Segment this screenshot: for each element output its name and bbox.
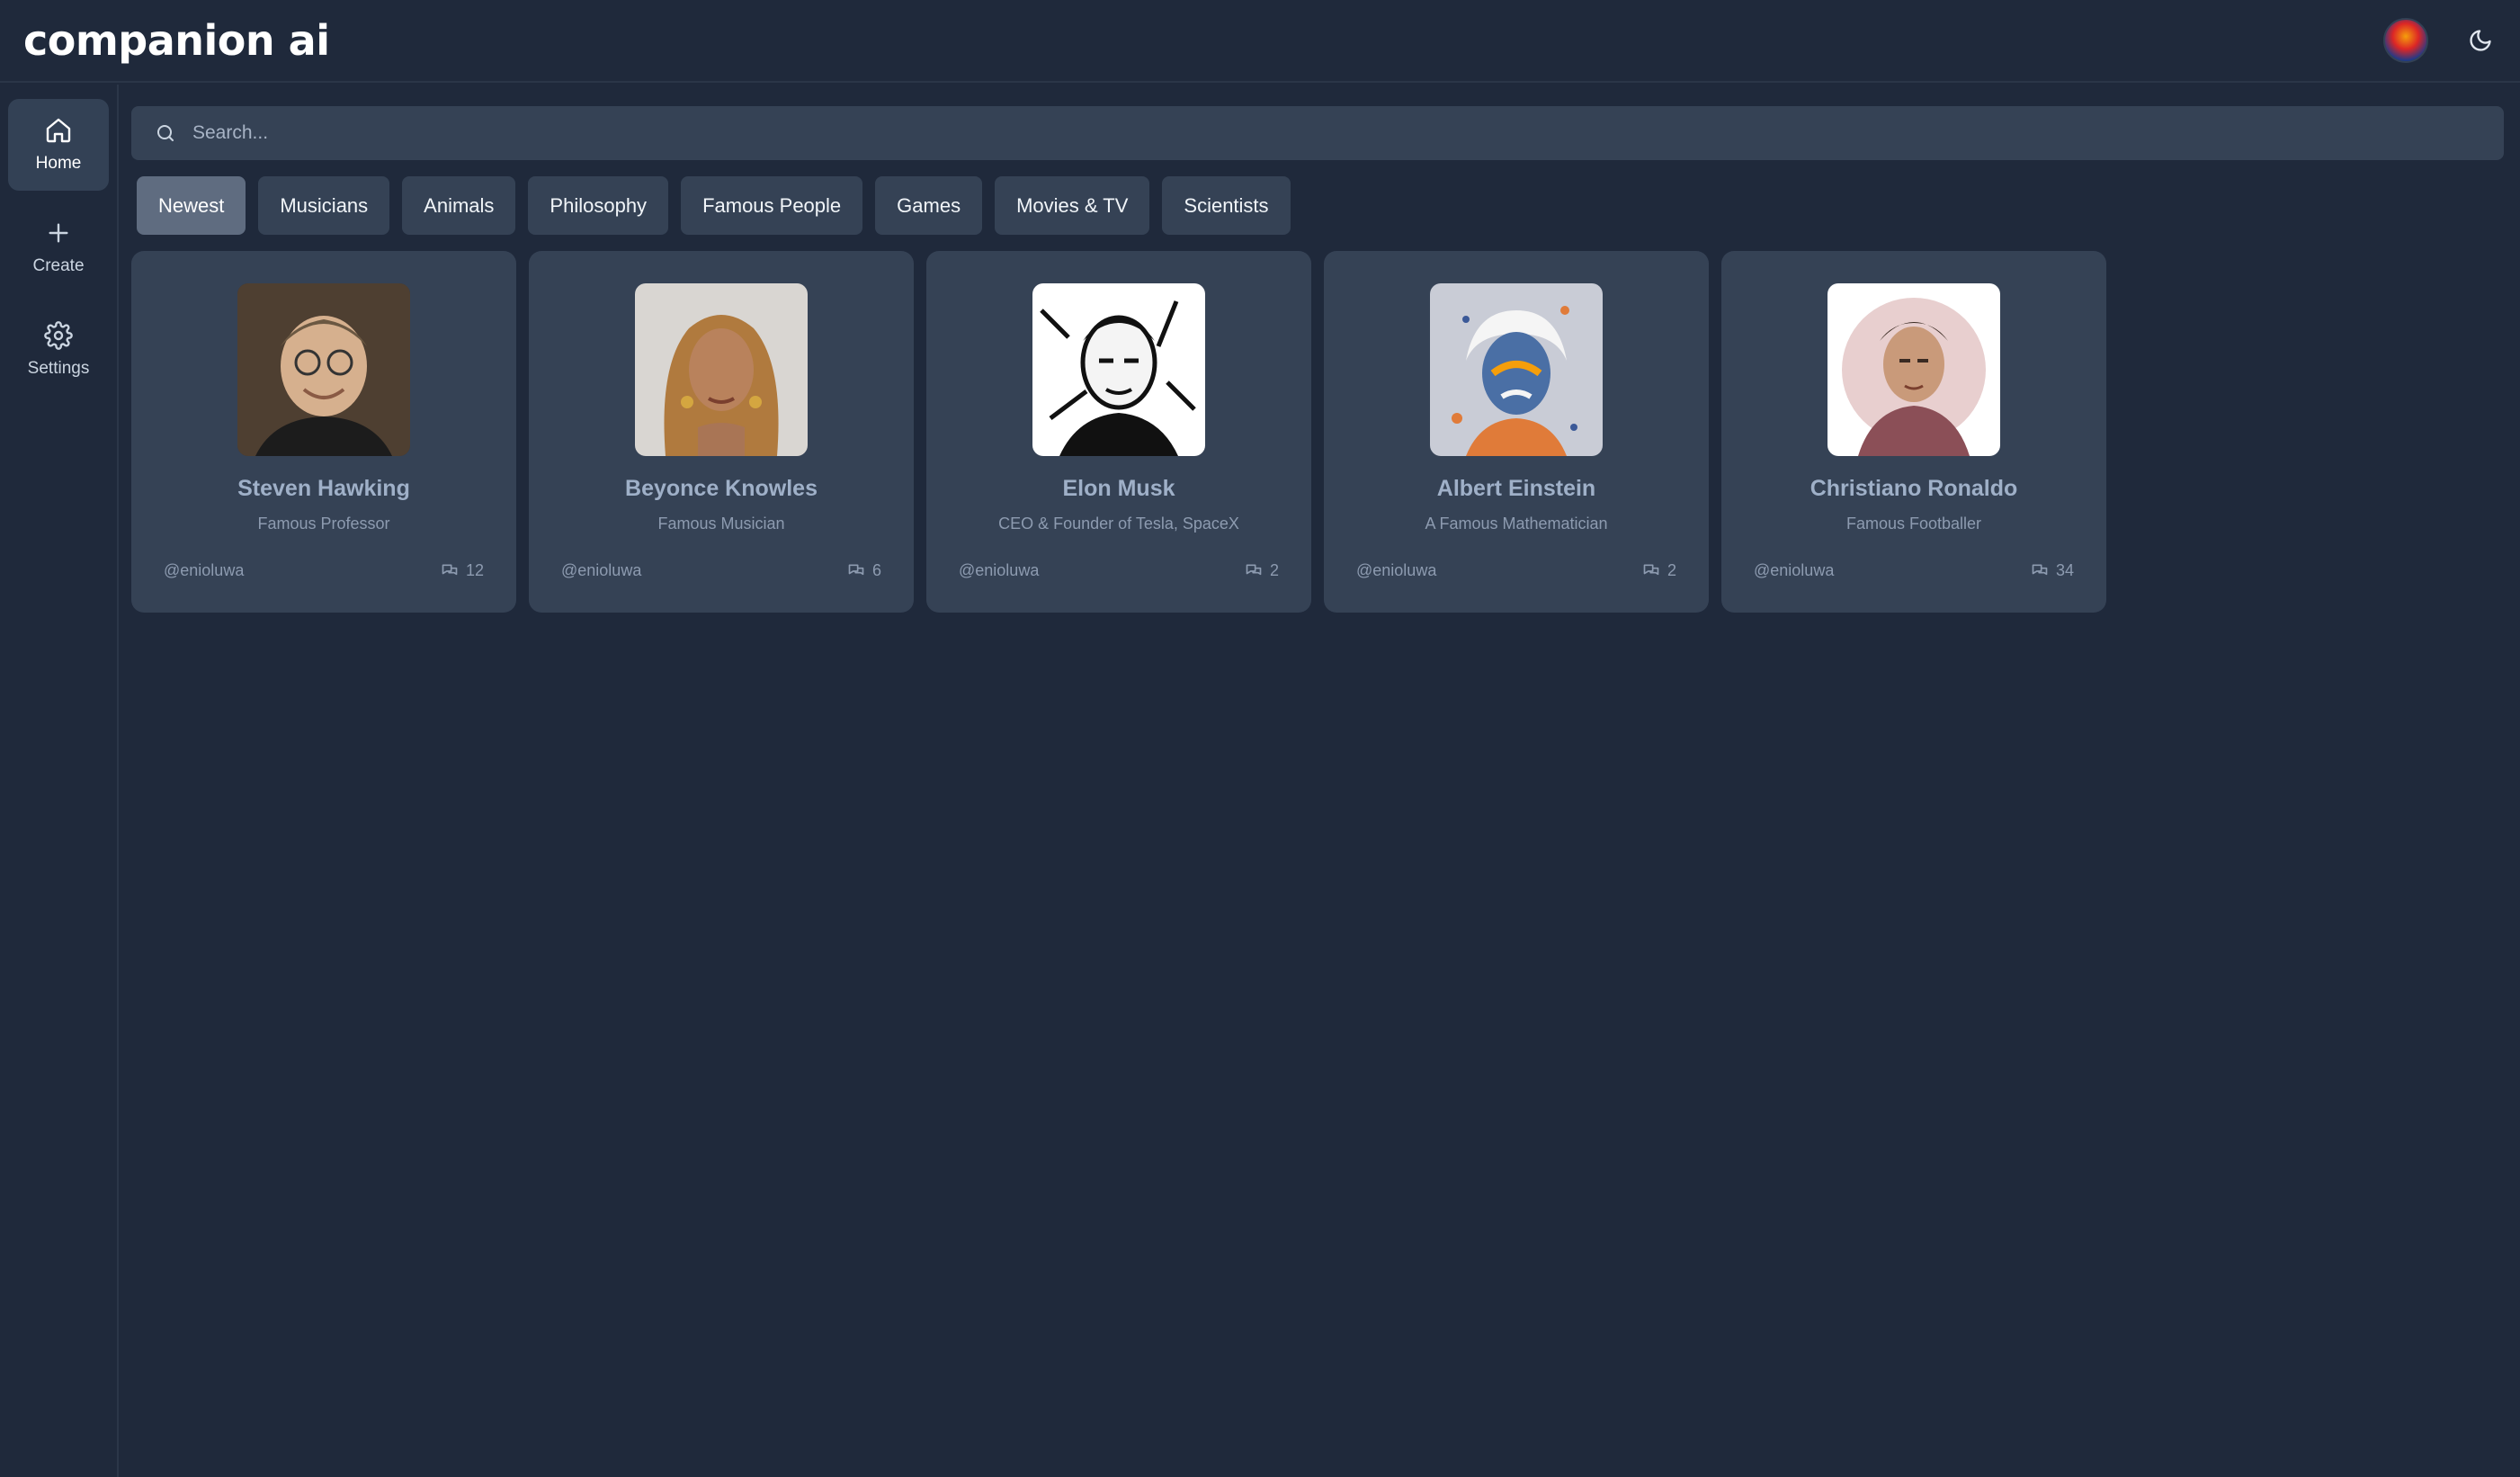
search-bar[interactable] [131,106,2504,160]
search-input[interactable] [192,122,2480,144]
message-count-value: 34 [2055,561,2074,579]
companion-description: A Famous Mathematician [1425,515,1608,533]
category-chip-famous-people[interactable]: Famous People [681,176,863,235]
brand-logo[interactable]: companion ai [23,16,330,65]
messages-icon [2032,564,2048,575]
card-footer: @enioluwa 2 [1356,561,1676,580]
companion-name: Elon Musk [1062,476,1175,501]
companion-portrait [1430,283,1603,456]
card-footer: @enioluwa 6 [561,561,881,580]
messages-icon [1246,564,1262,575]
sidebar-item-home[interactable]: Home [8,99,109,191]
messages-icon [1643,564,1659,575]
companion-name: Albert Einstein [1436,476,1596,501]
sidebar: Home Create Settings [0,85,119,1477]
companion-description: CEO & Founder of Tesla, SpaceX [998,515,1239,533]
portrait-image [635,283,808,456]
message-count: 6 [847,561,881,580]
portrait-image [1430,283,1603,456]
companion-author: @enioluwa [561,561,642,579]
message-count-value: 6 [871,561,881,579]
companion-name: Beyonce Knowles [625,476,818,501]
message-count-value: 2 [1269,561,1279,579]
companion-portrait [635,283,808,456]
top-header: companion ai [0,0,2520,83]
sidebar-item-label: Settings [27,359,90,378]
companion-grid: Steven Hawking Famous Professor @enioluw… [131,251,2504,613]
companion-author: @enioluwa [1356,561,1437,579]
header-actions [2383,18,2497,63]
portrait-image [1032,283,1205,456]
companion-author: @enioluwa [959,561,1040,579]
message-count: 2 [1245,561,1279,580]
app-root: companion ai Home Create Settings Search… [0,0,2520,1477]
user-avatar[interactable] [2383,18,2428,63]
companion-card[interactable]: Beyonce Knowles Famous Musician @enioluw… [529,251,914,613]
card-footer: @enioluwa 2 [959,561,1279,580]
companion-name: Steven Hawking [237,476,410,501]
sidebar-item-label: Create [32,256,85,275]
companion-author: @enioluwa [1754,561,1835,579]
companion-card[interactable]: Christiano Ronaldo Famous Footballer @en… [1721,251,2106,613]
companion-description: Famous Professor [257,515,390,533]
companion-card[interactable]: Steven Hawking Famous Professor @enioluw… [131,251,516,613]
home-icon [46,118,71,143]
companion-name: Christiano Ronaldo [1810,476,2018,501]
companion-card[interactable]: Elon Musk CEO & Founder of Tesla, SpaceX… [926,251,1311,613]
message-count-value: 2 [1667,561,1676,579]
card-footer: @enioluwa 12 [164,561,484,580]
companion-description: Famous Musician [657,515,785,533]
category-chip-newest[interactable]: Newest [137,176,246,235]
category-chip-philosophy[interactable]: Philosophy [528,176,669,235]
portrait-image [1827,283,2000,456]
sidebar-item-label: Home [35,154,82,173]
category-chip-movies-tv[interactable]: Movies & TV [995,176,1150,235]
message-count: 12 [441,561,484,580]
companion-card[interactable]: Albert Einstein A Famous Mathematician @… [1324,251,1709,613]
messages-icon [848,564,864,575]
message-count-value: 12 [465,561,484,579]
messages-icon [442,564,458,575]
companion-portrait [1827,283,2000,456]
category-chip-scientists[interactable]: Scientists [1162,176,1291,235]
category-filters: Newest Musicians Animals Philosophy Famo… [137,176,2504,235]
category-chip-games[interactable]: Games [875,176,983,235]
companion-description: Famous Footballer [1845,515,1982,533]
message-count: 2 [1642,561,1676,580]
sidebar-item-create[interactable]: Create [8,201,109,293]
message-count: 34 [2031,561,2074,580]
companion-portrait [1032,283,1205,456]
sidebar-item-settings[interactable]: Settings [8,304,109,396]
search-icon [157,125,174,141]
main-content: Newest Musicians Animals Philosophy Famo… [131,106,2504,613]
companion-author: @enioluwa [164,561,245,579]
category-chip-musicians[interactable]: Musicians [258,176,390,235]
card-footer: @enioluwa 34 [1754,561,2074,580]
theme-toggle-button[interactable] [2464,24,2497,57]
gear-icon [44,321,73,350]
category-chip-animals[interactable]: Animals [402,176,516,235]
portrait-image [237,283,410,456]
companion-portrait [237,283,410,456]
plus-icon [49,223,68,243]
moon-icon [2470,30,2491,51]
